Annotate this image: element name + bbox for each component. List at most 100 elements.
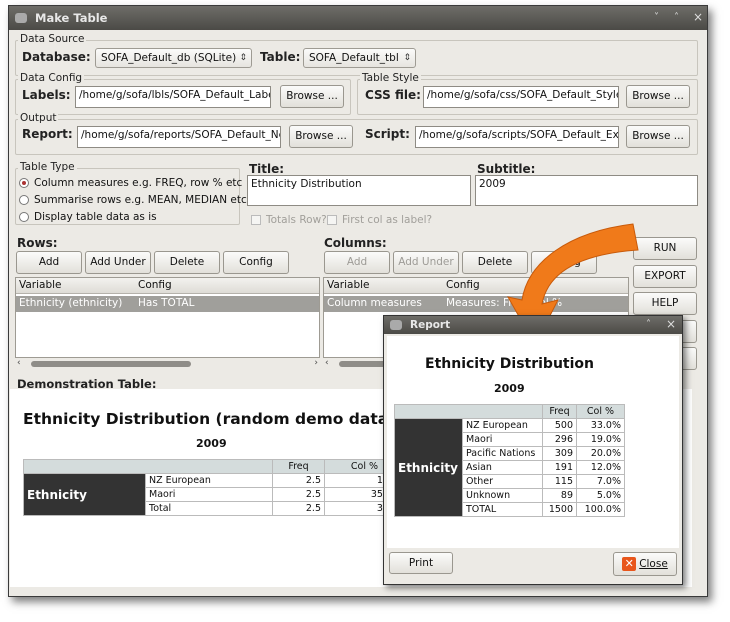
script-label: Script: xyxy=(365,127,410,141)
report-row-freq: 89 xyxy=(542,488,577,503)
table-select[interactable]: SOFA_Default_tbl ⇕ xyxy=(303,48,416,68)
help-button[interactable]: HELP xyxy=(633,292,697,315)
close-icon[interactable]: × xyxy=(666,317,676,331)
demo-header-blank xyxy=(23,459,273,474)
radio-icon xyxy=(19,195,29,205)
window-titlebar[interactable]: Make Table xyxy=(9,6,707,30)
report-table: Freq Col % Ethnicity NZ European 500 33.… xyxy=(394,404,625,517)
report-header-col: Col % xyxy=(576,404,625,419)
report-title: Ethnicity Distribution xyxy=(425,356,594,372)
columns-delete-button[interactable]: Delete xyxy=(462,251,528,274)
window-title: Make Table xyxy=(35,11,108,25)
columns-label: Columns: xyxy=(324,236,387,250)
rows-list-header: Variable Config xyxy=(16,278,319,294)
maximize-icon[interactable]: ˄ xyxy=(674,12,679,23)
radio-label: Summarise rows e.g. MEAN, MEDIAN etc xyxy=(34,194,247,206)
checkbox-icon xyxy=(327,215,337,225)
scroll-thumb[interactable] xyxy=(31,361,191,367)
list-item[interactable]: Ethnicity (ethnicity) Has TOTAL xyxy=(16,296,319,312)
print-button[interactable]: Print xyxy=(389,552,453,574)
subtitle-field[interactable]: 2009 xyxy=(475,175,698,206)
app-icon xyxy=(15,13,27,23)
rows-list[interactable]: Variable Config Ethnicity (ethnicity) Ha… xyxy=(15,277,320,358)
report-row-label: Unknown xyxy=(462,488,543,503)
data-config-label: Data Config xyxy=(18,72,85,84)
report-row-label: Asian xyxy=(462,460,543,475)
report-row-label: Pacific Nations xyxy=(462,446,543,461)
subtitle-label: Subtitle: xyxy=(477,162,536,176)
script-browse-button[interactable]: Browse ... xyxy=(626,125,690,148)
database-select[interactable]: SOFA_Default_db (SQLite) ⇕ xyxy=(95,48,252,68)
close-label: Close xyxy=(639,557,668,570)
updown-icon: ⇕ xyxy=(403,53,411,63)
output-label: Output xyxy=(18,112,59,124)
rows-scrollbar[interactable]: ‹ › xyxy=(15,358,320,370)
rows-add-under-button[interactable]: Add Under xyxy=(85,251,151,274)
export-button[interactable]: EXPORT xyxy=(633,265,697,288)
css-file-field[interactable]: /home/g/sofa/css/SOFA_Default_Style.css xyxy=(423,86,619,108)
demo-row-label: Maori xyxy=(145,487,273,502)
report-row-freq: 500 xyxy=(542,418,577,433)
updown-icon: ⇕ xyxy=(239,53,247,63)
demo-var-label: Ethnicity xyxy=(23,473,146,516)
report-row-freq: 191 xyxy=(542,460,577,475)
table-style-label: Table Style xyxy=(360,72,421,84)
demo-row-label: Total xyxy=(145,501,273,516)
demo-title: Ethnicity Distribution (random demo data… xyxy=(23,410,438,428)
report-row-freq: 309 xyxy=(542,446,577,461)
column-config: Measures: Freq, Col % xyxy=(446,297,563,309)
title-field[interactable]: Ethnicity Distribution xyxy=(247,175,471,206)
report-row-col: 100.0% xyxy=(576,502,625,517)
scroll-left-icon[interactable]: ‹ xyxy=(17,358,21,368)
row-config: Has TOTAL xyxy=(138,297,195,309)
close-button[interactable]: ✕ Close xyxy=(613,552,677,576)
rows-config-button[interactable]: Config xyxy=(223,251,289,274)
totals-row-checkbox[interactable]: Totals Row? xyxy=(251,214,327,226)
data-source-label: Data Source xyxy=(18,33,87,45)
report-titlebar[interactable]: Report xyxy=(384,316,682,334)
labels-field[interactable]: /home/g/sofa/lbls/SOFA_Default_Labels xyxy=(75,86,271,108)
app-icon xyxy=(390,320,402,330)
first-col-label-checkbox[interactable]: First col as label? xyxy=(327,214,432,226)
run-button[interactable]: RUN xyxy=(633,237,697,260)
css-browse-button[interactable]: Browse ... xyxy=(626,85,690,108)
report-row-col: 19.0% xyxy=(576,432,625,447)
columns-add-under-button[interactable]: Add Under xyxy=(393,251,459,274)
demo-header-freq: Freq xyxy=(272,459,325,474)
radio-display-data[interactable]: Display table data as is xyxy=(19,211,157,223)
report-row-label: Maori xyxy=(462,432,543,447)
rows-delete-button[interactable]: Delete xyxy=(154,251,220,274)
demo-row-freq: 2.5 xyxy=(272,473,325,488)
minimize-icon[interactable]: ˅ xyxy=(654,12,659,23)
labels-browse-button[interactable]: Browse ... xyxy=(280,85,344,108)
report-field[interactable]: /home/g/sofa/reports/SOFA_Default_New_Re… xyxy=(77,126,281,148)
list-item[interactable]: Column measures Measures: Freq, Col % xyxy=(324,296,628,312)
report-subtitle: 2009 xyxy=(494,382,525,395)
rows-add-button[interactable]: Add xyxy=(16,251,82,274)
close-icon[interactable]: × xyxy=(693,10,703,24)
report-row-label: Other xyxy=(462,474,543,489)
demo-row-freq: 2.5 xyxy=(272,487,325,502)
radio-icon xyxy=(19,212,29,222)
demo-subtitle: 2009 xyxy=(196,437,227,450)
radio-summarise-rows[interactable]: Summarise rows e.g. MEAN, MEDIAN etc xyxy=(19,194,247,206)
maximize-icon[interactable]: ˄ xyxy=(646,319,651,330)
checkbox-label: First col as label? xyxy=(342,214,433,226)
script-field[interactable]: /home/g/sofa/scripts/SOFA_Default_Export… xyxy=(415,126,619,148)
report-row-label: TOTAL xyxy=(462,502,543,517)
col-header-variable: Variable xyxy=(327,279,370,291)
report-row-col: 33.0% xyxy=(576,418,625,433)
radio-label: Display table data as is xyxy=(34,211,157,223)
columns-add-button[interactable]: Add xyxy=(324,251,390,274)
report-row-col: 20.0% xyxy=(576,446,625,461)
report-var-label: Ethnicity xyxy=(394,418,463,517)
radio-column-measures[interactable]: Column measures e.g. FREQ, row % etc xyxy=(19,177,242,189)
report-browse-button[interactable]: Browse ... xyxy=(289,125,353,148)
columns-config-button[interactable]: Config xyxy=(531,251,597,274)
report-window: Report ˄ × Ethnicity Distribution 2009 F… xyxy=(383,315,683,585)
scroll-right-icon[interactable]: › xyxy=(314,358,318,368)
scroll-left-icon[interactable]: ‹ xyxy=(325,358,329,368)
report-header-freq: Freq xyxy=(542,404,577,419)
demo-row-label: NZ European xyxy=(145,473,273,488)
database-label: Database: xyxy=(22,50,91,64)
